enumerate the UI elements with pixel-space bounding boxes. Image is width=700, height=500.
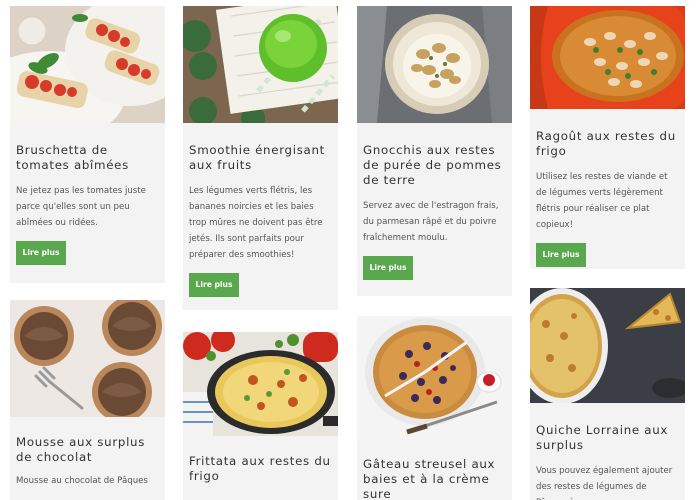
recipe-excerpt: Mousse au chocolat de Pâques: [16, 476, 148, 486]
recipe-excerpt: Servez avec de l'estragon frais, du parm…: [363, 201, 499, 243]
stew-photo[interactable]: [530, 6, 685, 109]
read-more-button[interactable]: Lire plus: [16, 241, 66, 265]
recipe-title[interactable]: Mousse aux surplus de chocolat: [10, 435, 165, 465]
recipe-title[interactable]: Quiche Lorraine aux surplus: [530, 423, 685, 453]
read-more-button[interactable]: Lire plus: [536, 243, 586, 267]
gnocchi-photo[interactable]: [357, 6, 512, 123]
bruschetta-photo[interactable]: [10, 6, 165, 123]
quiche-photo[interactable]: [530, 288, 685, 403]
frittata-photo[interactable]: [183, 332, 338, 436]
recipe-card[interactable]: Ragoût aux restes du frigo Utilisez les …: [530, 6, 685, 269]
chocolate-mousse-photo[interactable]: [10, 300, 165, 417]
recipe-title[interactable]: Gnocchis aux restes de purée de pommes d…: [357, 143, 512, 188]
green-smoothie-photo[interactable]: [183, 6, 338, 123]
recipe-title[interactable]: Ragoût aux restes du frigo: [530, 129, 685, 159]
recipe-excerpt: Vous pouvez également ajouter des restes…: [536, 466, 673, 500]
recipe-title[interactable]: Gâteau streusel aux baies et à la crème …: [357, 457, 512, 500]
recipe-title[interactable]: Smoothie énergisant aux fruits: [183, 143, 338, 173]
recipe-title[interactable]: Bruschetta de tomates abîmées: [10, 143, 165, 173]
read-more-button[interactable]: Lire plus: [363, 256, 413, 280]
recipe-card[interactable]: Gâteau streusel aux baies et à la crème …: [357, 316, 512, 500]
recipe-card[interactable]: Quiche Lorraine aux surplus Vous pouvez …: [530, 288, 685, 500]
recipe-excerpt: Utilisez les restes de viande et de légu…: [536, 172, 668, 230]
recipe-card[interactable]: Gnocchis aux restes de purée de pommes d…: [357, 6, 512, 296]
read-more-button[interactable]: Lire plus: [189, 273, 239, 297]
recipe-excerpt: Ne jetez pas les tomates juste parce qu'…: [16, 186, 146, 228]
recipe-card[interactable]: Bruschetta de tomates abîmées Ne jetez p…: [10, 6, 165, 283]
berry-cake-photo[interactable]: [357, 316, 512, 439]
recipe-card[interactable]: Frittata aux restes du frigo: [183, 332, 338, 500]
recipe-card[interactable]: Mousse aux surplus de chocolat Mousse au…: [10, 300, 165, 500]
recipe-card[interactable]: Smoothie énergisant aux fruits Les légum…: [183, 6, 338, 310]
recipe-excerpt: Les légumes verts flétris, les bananes n…: [189, 186, 323, 260]
recipe-title[interactable]: Frittata aux restes du frigo: [183, 454, 338, 484]
